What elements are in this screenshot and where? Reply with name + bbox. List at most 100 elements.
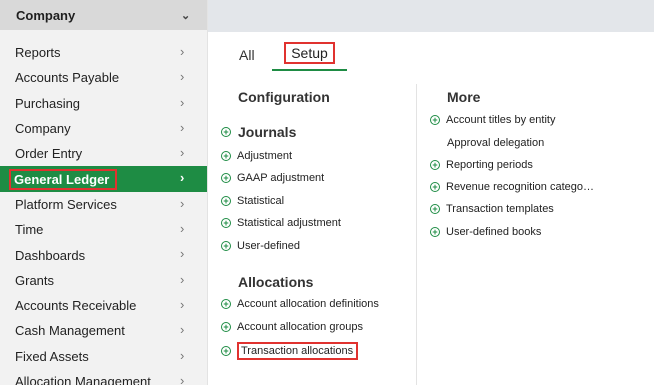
sidebar-item-fixed-assets[interactable]: Fixed Assets › bbox=[0, 344, 207, 369]
active-tab-indicator bbox=[272, 69, 347, 71]
more-link-revenue-recognition[interactable]: + Revenue recognition catego… bbox=[430, 181, 594, 193]
chevron-right-icon: › bbox=[180, 347, 185, 363]
sidebar-item-label: Time bbox=[15, 222, 44, 238]
sidebar-item-reports[interactable]: Reports › bbox=[0, 40, 207, 65]
add-circle-icon[interactable]: + bbox=[221, 241, 231, 251]
chevron-right-icon: › bbox=[180, 119, 185, 135]
add-circle-icon: + bbox=[221, 127, 231, 137]
sidebar-item-company[interactable]: Company › bbox=[0, 116, 207, 141]
add-circle-icon[interactable]: + bbox=[430, 182, 440, 192]
chevron-right-icon: › bbox=[180, 195, 185, 211]
chevron-right-icon: › bbox=[180, 44, 185, 59]
more-link-approval-delegation[interactable]: Approval delegation bbox=[447, 137, 544, 149]
sidebar-item-order-entry[interactable]: Order Entry › bbox=[0, 141, 207, 166]
sidebar-item-label: Platform Services bbox=[15, 196, 117, 212]
column-divider bbox=[416, 84, 417, 385]
chevron-right-icon: › bbox=[180, 170, 185, 186]
sidebar-item-accounts-payable[interactable]: Accounts Payable › bbox=[0, 65, 207, 90]
sidebar-item-general-ledger[interactable]: General Ledger › bbox=[0, 166, 207, 192]
more-link-reporting-periods[interactable]: + Reporting periods bbox=[430, 159, 533, 171]
chevron-right-icon: › bbox=[180, 145, 185, 161]
sidebar-item-label: Order Entry bbox=[15, 146, 83, 162]
more-link-transaction-templates[interactable]: + Transaction templates bbox=[430, 203, 554, 215]
chevron-right-icon: › bbox=[180, 271, 185, 287]
add-circle-icon[interactable]: + bbox=[221, 173, 231, 183]
journal-link-statistical-adjustment[interactable]: + Statistical adjustment bbox=[221, 217, 341, 229]
top-bar bbox=[208, 0, 654, 32]
link-label: Account allocation groups bbox=[237, 321, 363, 333]
add-circle-icon[interactable]: + bbox=[221, 151, 231, 161]
sidebar-item-label: General Ledger bbox=[9, 168, 118, 190]
tab-setup[interactable]: Setup bbox=[284, 42, 335, 64]
sidebar-item-allocation-management[interactable]: Allocation Management › bbox=[0, 369, 207, 385]
sidebar-item-label: Accounts Receivable bbox=[15, 298, 137, 314]
company-selector[interactable]: Company ⌄ bbox=[0, 0, 207, 30]
sidebar-menu: Reports › Accounts Payable › Purchasing … bbox=[0, 40, 207, 385]
more-title: More bbox=[447, 89, 481, 105]
more-link-account-titles-by-entity[interactable]: + Account titles by entity bbox=[430, 114, 555, 126]
chevron-right-icon: › bbox=[180, 246, 185, 262]
add-circle-icon[interactable]: + bbox=[430, 115, 440, 125]
sidebar-item-accounts-receivable[interactable]: Accounts Receivable › bbox=[0, 293, 207, 318]
journal-link-gaap-adjustment[interactable]: + GAAP adjustment bbox=[221, 172, 324, 184]
sidebar-item-label: Allocation Management bbox=[15, 374, 151, 385]
journals-title: + Journals bbox=[221, 124, 296, 140]
chevron-right-icon: › bbox=[180, 296, 185, 312]
sidebar-item-label: Dashboards bbox=[15, 247, 86, 263]
link-label: Reporting periods bbox=[446, 159, 533, 171]
journal-link-user-defined[interactable]: + User-defined bbox=[221, 240, 300, 252]
add-circle-icon[interactable]: + bbox=[221, 218, 231, 228]
chevron-right-icon: › bbox=[180, 322, 185, 338]
sidebar-item-label: Reports bbox=[15, 45, 61, 61]
sidebar-item-grants[interactable]: Grants › bbox=[0, 268, 207, 293]
sidebar-item-purchasing[interactable]: Purchasing › bbox=[0, 91, 207, 116]
sidebar-item-label: Company bbox=[15, 121, 71, 137]
sidebar-item-label: Cash Management bbox=[15, 323, 125, 339]
sidebar-item-label: Accounts Payable bbox=[15, 70, 120, 86]
configuration-title: Configuration bbox=[238, 89, 330, 105]
sidebar-item-dashboards[interactable]: Dashboards › bbox=[0, 242, 207, 267]
chevron-right-icon: › bbox=[180, 69, 185, 85]
link-label: Revenue recognition catego… bbox=[446, 181, 594, 193]
journal-link-statistical[interactable]: + Statistical bbox=[221, 195, 284, 207]
sidebar-item-label: Fixed Assets bbox=[15, 348, 89, 364]
link-label: Approval delegation bbox=[447, 137, 545, 149]
link-label: Transaction templates bbox=[446, 203, 554, 215]
link-label: User-defined bbox=[237, 240, 300, 252]
sidebar-item-platform-services[interactable]: Platform Services › bbox=[0, 192, 207, 217]
link-label: Account allocation definitions bbox=[237, 298, 379, 310]
link-label: User-defined books bbox=[446, 226, 542, 238]
journals-title-label: Journals bbox=[238, 124, 297, 140]
more-link-user-defined-books[interactable]: + User-defined books bbox=[430, 226, 541, 238]
add-circle-icon[interactable]: + bbox=[221, 299, 231, 309]
sidebar-item-label: Purchasing bbox=[15, 95, 81, 111]
chevron-right-icon: › bbox=[180, 372, 185, 385]
chevron-right-icon: › bbox=[180, 221, 185, 237]
allocation-link-transaction-allocations[interactable]: + Transaction allocations bbox=[221, 342, 359, 360]
link-label: Statistical adjustment bbox=[237, 217, 341, 229]
link-label: Transaction allocations bbox=[237, 342, 359, 360]
sidebar-item-label: Grants bbox=[15, 272, 55, 288]
add-circle-icon[interactable]: + bbox=[430, 204, 440, 214]
tab-bar: All Setup bbox=[208, 32, 654, 72]
sidebar-item-cash-management[interactable]: Cash Management › bbox=[0, 318, 207, 343]
add-circle-icon[interactable]: + bbox=[430, 227, 440, 237]
sidebar-item-time[interactable]: Time › bbox=[0, 217, 207, 242]
chevron-down-icon: ⌄ bbox=[181, 10, 191, 22]
link-label: Adjustment bbox=[237, 150, 293, 162]
company-selector-label: Company bbox=[16, 7, 76, 23]
add-circle-icon[interactable]: + bbox=[221, 322, 231, 332]
link-label: Account titles by entity bbox=[446, 114, 556, 126]
add-circle-icon[interactable]: + bbox=[221, 346, 231, 356]
add-circle-icon[interactable]: + bbox=[221, 196, 231, 206]
sidebar: Company ⌄ Reports › Accounts Payable › P… bbox=[0, 0, 208, 385]
link-label: GAAP adjustment bbox=[237, 172, 325, 184]
allocation-link-account-allocation-definitions[interactable]: + Account allocation definitions bbox=[221, 298, 379, 310]
allocations-title: Allocations bbox=[238, 274, 314, 290]
journal-link-adjustment[interactable]: + Adjustment bbox=[221, 150, 292, 162]
chevron-right-icon: › bbox=[180, 94, 185, 110]
add-circle-icon[interactable]: + bbox=[430, 160, 440, 170]
allocation-link-account-allocation-groups[interactable]: + Account allocation groups bbox=[221, 321, 363, 333]
tab-all[interactable]: All bbox=[239, 47, 255, 63]
link-label: Statistical bbox=[237, 195, 285, 207]
